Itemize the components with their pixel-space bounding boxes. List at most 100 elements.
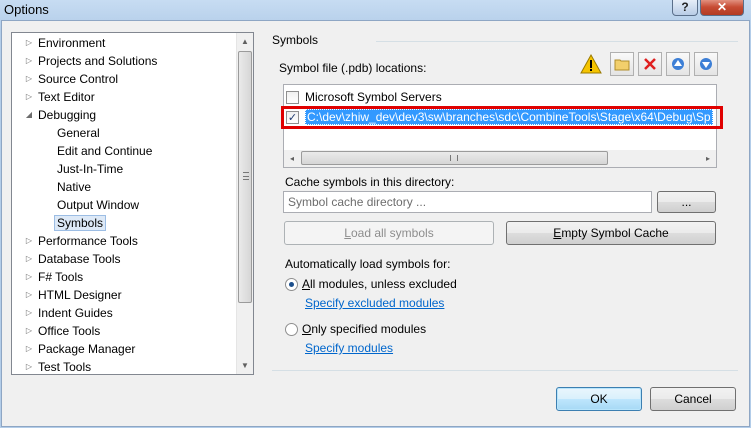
scroll-right-icon[interactable]: ▸: [700, 150, 716, 167]
tree-item[interactable]: Just-In-Time: [57, 161, 123, 177]
tree-item[interactable]: ▷ HTML Designer: [26, 287, 122, 303]
section-title: Symbols: [272, 33, 319, 47]
location-row-local-path[interactable]: ✓ C:\dev\zhiw_dev\dev3\sw\branches\sdc\C…: [286, 108, 713, 126]
expand-arrow-icon[interactable]: ▷: [24, 305, 34, 321]
move-up-icon[interactable]: [666, 52, 690, 76]
only-label: nly specified modules: [311, 322, 427, 336]
expand-arrow-icon[interactable]: ▷: [24, 71, 34, 87]
empty-cache-hotkey: E: [553, 226, 562, 240]
tree-item[interactable]: ▷ F# Tools: [26, 269, 84, 285]
grip-icon: [450, 155, 458, 161]
specify-modules-link[interactable]: Specify modules: [305, 341, 393, 355]
tree-item[interactable]: Output Window: [57, 197, 139, 213]
scroll-thumb[interactable]: [301, 151, 608, 165]
empty-symbol-cache-button[interactable]: Empty Symbol Cache: [506, 221, 716, 245]
tree-item-label: F# Tools: [38, 270, 84, 284]
tree-item-label: Indent Guides: [38, 306, 113, 320]
load-all-label: oad all symbols: [350, 226, 434, 240]
tree-item-label: Office Tools: [38, 324, 101, 338]
scroll-left-icon[interactable]: ◂: [284, 150, 300, 167]
delete-icon[interactable]: [638, 52, 662, 76]
tree-item[interactable]: ▷ Database Tools: [26, 251, 121, 267]
tree-item-label: Edit and Continue: [57, 144, 153, 158]
all-label: ll modules, unless excluded: [310, 277, 457, 291]
collapse-arrow-icon[interactable]: ◢: [24, 107, 34, 123]
window-title: Options: [4, 2, 49, 17]
radio-all-modules[interactable]: All modules, unless excluded: [285, 277, 457, 291]
location-label: Microsoft Symbol Servers: [305, 90, 442, 104]
tree-item[interactable]: ▷ Projects and Solutions: [26, 53, 158, 69]
tree-item[interactable]: ▷ Performance Tools: [26, 233, 138, 249]
symbol-locations-list[interactable]: Microsoft Symbol Servers ✓ C:\dev\zhiw_d…: [283, 84, 717, 168]
help-button[interactable]: ?: [672, 0, 698, 16]
expand-arrow-icon[interactable]: ▷: [24, 89, 34, 105]
only-hotkey: O: [302, 322, 312, 336]
tree-item[interactable]: ◢ Debugging: [26, 107, 97, 123]
empty-cache-label: mpty Symbol Cache: [561, 226, 669, 240]
move-down-icon[interactable]: [694, 52, 718, 76]
warning-icon: [579, 52, 603, 76]
tree-item-label: Native: [57, 180, 92, 194]
tree-item-label: Projects and Solutions: [38, 54, 158, 68]
tree-item-label: Just-In-Time: [57, 162, 124, 176]
locations-label: Symbol file (.pdb) locations:: [279, 61, 427, 75]
close-button[interactable]: ✕: [700, 0, 744, 16]
tree-item-label: HTML Designer: [38, 288, 122, 302]
expand-arrow-icon[interactable]: ▷: [24, 251, 34, 267]
browse-button[interactable]: ...: [657, 191, 716, 213]
tree-item[interactable]: Native: [57, 179, 91, 195]
tree-item-label: Text Editor: [38, 90, 95, 104]
radio-only-specified[interactable]: Only specified modules: [285, 322, 426, 336]
expand-arrow-icon[interactable]: ▷: [24, 233, 34, 249]
tree-item[interactable]: ▷ Environment: [26, 35, 106, 51]
radio-button[interactable]: [285, 322, 298, 336]
expand-arrow-icon[interactable]: ▷: [24, 341, 34, 357]
tree-item[interactable]: ▷ Indent Guides: [26, 305, 113, 321]
expand-arrow-icon[interactable]: ▷: [24, 323, 34, 339]
folder-icon[interactable]: [610, 52, 634, 76]
cache-label: Cache symbols in this directory:: [285, 175, 455, 189]
scroll-up-icon[interactable]: ▲: [237, 33, 253, 50]
tree-item[interactable]: General: [57, 125, 100, 141]
all-hotkey: A: [302, 277, 311, 291]
tree-item-label: General: [57, 126, 100, 140]
expand-arrow-icon[interactable]: ▷: [24, 287, 34, 303]
tree-item-label: Debugging: [38, 108, 97, 122]
radio-label: All modules, unless excluded: [302, 277, 457, 291]
cancel-button[interactable]: Cancel: [650, 387, 736, 411]
locations-horizontal-scrollbar[interactable]: ◂ ▸: [284, 150, 716, 167]
tree-item[interactable]: ▷ Office Tools: [26, 323, 101, 339]
ok-button[interactable]: OK: [556, 387, 642, 411]
scroll-thumb[interactable]: [238, 51, 252, 303]
cache-directory-input[interactable]: [283, 191, 652, 213]
radio-button[interactable]: [285, 277, 298, 291]
tree-item[interactable]: ▷ Text Editor: [26, 89, 95, 105]
tree-item-label: Source Control: [38, 72, 119, 86]
scroll-down-icon[interactable]: ▼: [237, 357, 253, 374]
tree-item[interactable]: ▷ Source Control: [26, 71, 119, 87]
tree-item-label: Database Tools: [38, 252, 121, 266]
title-bar[interactable]: Options ? ✕: [0, 0, 751, 20]
checkbox[interactable]: [286, 90, 299, 104]
tree-item[interactable]: ▷ Test Tools: [26, 359, 92, 374]
specify-excluded-modules-link[interactable]: Specify excluded modules: [305, 296, 444, 310]
tree-vertical-scrollbar[interactable]: ▲ ▼: [236, 33, 253, 374]
tree-item[interactable]: ▷ Package Manager: [26, 341, 135, 357]
checkbox[interactable]: ✓: [286, 110, 299, 124]
tree-item[interactable]: Edit and Continue: [57, 143, 152, 159]
expand-arrow-icon[interactable]: ▷: [24, 53, 34, 69]
load-all-symbols-button[interactable]: Load all symbols: [284, 221, 494, 245]
expand-arrow-icon[interactable]: ▷: [24, 359, 34, 374]
options-tree[interactable]: ▷ Environment ▷ Projects and Solutions ▷ Sour…: [11, 32, 254, 375]
location-path[interactable]: C:\dev\zhiw_dev\dev3\sw\branches\sdc\Com…: [305, 109, 713, 125]
expand-arrow-icon[interactable]: ▷: [24, 269, 34, 285]
auto-load-label: Automatically load symbols for:: [285, 257, 451, 271]
tree-item[interactable]: Symbols: [54, 215, 107, 231]
section-divider: [376, 41, 738, 42]
location-row-microsoft[interactable]: Microsoft Symbol Servers: [286, 88, 442, 106]
options-window: Options ? ✕ ▷ Environment ▷ Projects and So…: [0, 0, 751, 428]
load-all-hotkey: L: [344, 226, 351, 240]
expand-arrow-icon[interactable]: ▷: [24, 35, 34, 51]
tree-item-label: Test Tools: [38, 360, 92, 374]
tree-item-label: Environment: [38, 36, 106, 50]
